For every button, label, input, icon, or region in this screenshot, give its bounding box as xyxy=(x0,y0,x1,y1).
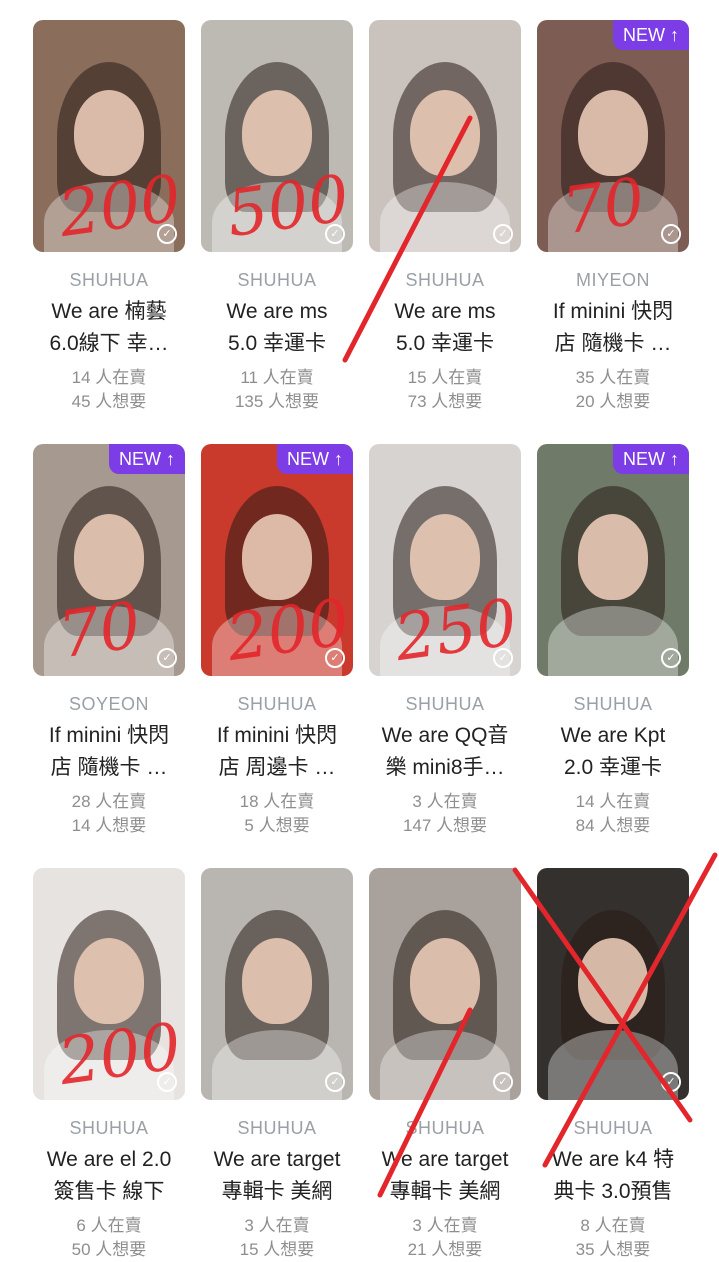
handwritten-markup-layer xyxy=(342,115,718,1198)
red-x-mark xyxy=(512,867,693,1123)
red-slash-mark xyxy=(342,115,473,363)
red-slash-mark xyxy=(377,1007,473,1198)
